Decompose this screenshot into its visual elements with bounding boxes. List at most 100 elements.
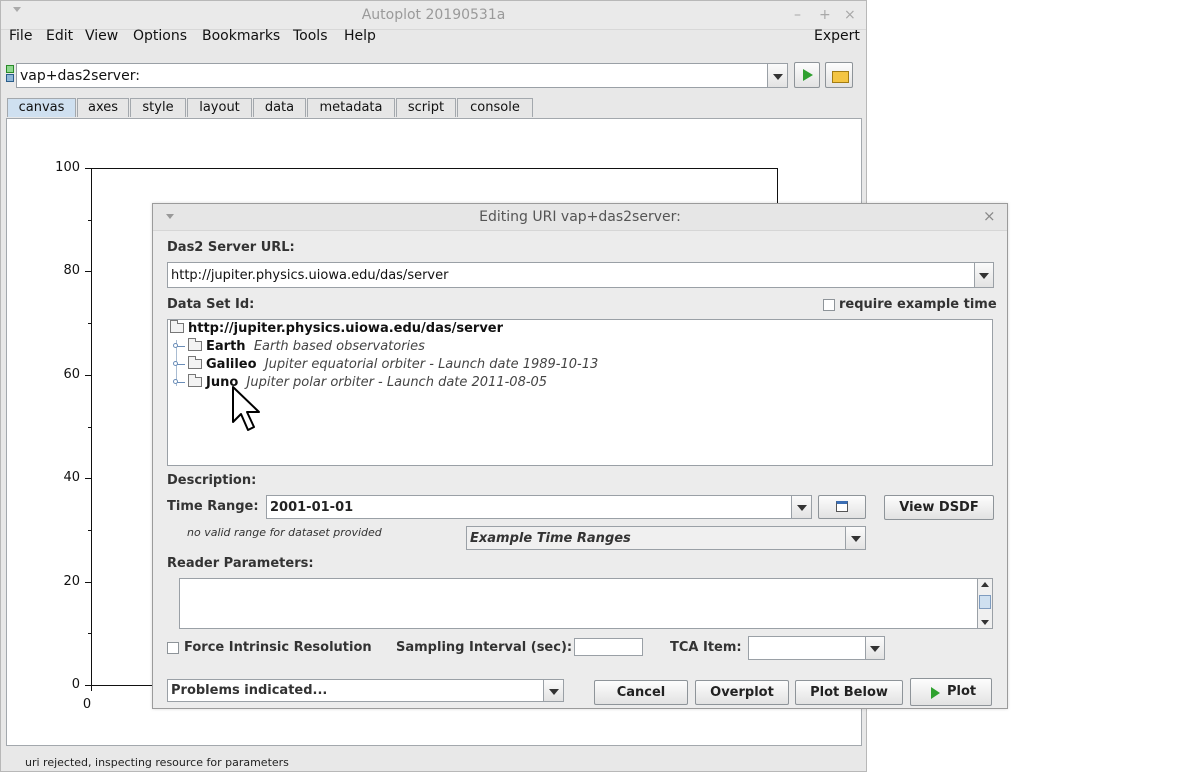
- tab-script[interactable]: script: [396, 98, 456, 117]
- menu-edit[interactable]: Edit: [46, 28, 73, 44]
- menu-bookmarks[interactable]: Bookmarks: [202, 28, 280, 44]
- example-ranges-select[interactable]: Example Time Ranges: [466, 526, 848, 550]
- tab-console[interactable]: console: [457, 98, 533, 117]
- y-minor-tick: [88, 633, 92, 635]
- no-valid-range-text: no valid range for dataset provided: [187, 526, 382, 539]
- dialog-close-icon[interactable]: ×: [983, 207, 996, 225]
- x-tick: [91, 685, 92, 691]
- cancel-button[interactable]: Cancel: [594, 680, 688, 705]
- example-ranges-text: Example Time Ranges: [470, 531, 631, 546]
- chevron-down-icon: [979, 273, 989, 279]
- y-tick: [85, 168, 92, 169]
- expand-handle-icon[interactable]: [173, 361, 185, 366]
- force-intrinsic-checkbox[interactable]: [167, 642, 179, 654]
- server-url-label: Das2 Server URL:: [167, 240, 295, 255]
- problems-select[interactable]: Problems indicated...: [167, 679, 545, 702]
- tree-root[interactable]: http://jupiter.physics.uiowa.edu/das/ser…: [170, 319, 503, 336]
- calendar-icon: [836, 501, 848, 512]
- y-minor-tick: [88, 219, 92, 221]
- y-tick: [85, 478, 92, 480]
- reader-params-label: Reader Parameters:: [167, 556, 314, 571]
- folder-icon: [170, 319, 184, 333]
- tab-axes[interactable]: axes: [77, 98, 129, 117]
- tca-item-label: TCA Item:: [670, 640, 742, 655]
- tab-layout[interactable]: layout: [187, 98, 252, 117]
- tab-style[interactable]: style: [130, 98, 186, 117]
- expert-menu[interactable]: Expert: [814, 28, 860, 44]
- time-range-dropdown[interactable]: [791, 495, 812, 519]
- scroll-up-icon[interactable]: [981, 582, 989, 587]
- reader-params-textarea[interactable]: [179, 578, 979, 629]
- y-tick: [85, 581, 92, 583]
- tree-item-galileo[interactable]: Galileo Jupiter equatorial orbiter - Lau…: [173, 355, 598, 372]
- sampling-interval-label: Sampling Interval (sec):: [396, 640, 573, 655]
- menu-help[interactable]: Help: [344, 28, 376, 44]
- time-range-input[interactable]: 2001-01-01: [266, 495, 792, 519]
- x-tick-label: 0: [82, 697, 92, 712]
- require-example-checkbox[interactable]: [823, 299, 835, 311]
- tab-data[interactable]: data: [253, 98, 306, 117]
- force-intrinsic-label: Force Intrinsic Resolution: [184, 640, 372, 655]
- y-tick-label: 0: [71, 677, 80, 692]
- tree-item-earth[interactable]: Earth Earth based observatories: [173, 337, 425, 354]
- dataset-id-label: Data Set Id:: [167, 297, 255, 312]
- view-dsdf-button[interactable]: View DSDF: [884, 495, 994, 520]
- plot-top-border: [91, 168, 778, 169]
- require-example-label: require example time: [839, 297, 997, 312]
- tca-item-select[interactable]: [748, 636, 867, 660]
- plot-right-border: [777, 168, 778, 208]
- uri-input[interactable]: vap+das2server:: [16, 63, 768, 88]
- play-icon: [803, 69, 813, 81]
- chevron-down-icon: [772, 73, 783, 80]
- time-range-text: 2001-01-01: [270, 500, 354, 515]
- dataset-tree[interactable]: http://jupiter.physics.uiowa.edu/das/ser…: [167, 319, 993, 466]
- y-minor-tick: [88, 529, 92, 531]
- menu-options[interactable]: Options: [133, 28, 187, 44]
- menu-bar: File Edit View Options Bookmarks Tools H…: [1, 26, 866, 48]
- tab-metadata[interactable]: metadata: [307, 98, 395, 117]
- status-light-icon: [6, 65, 14, 73]
- uri-dropdown-button[interactable]: [767, 63, 788, 88]
- server-url-text: http://jupiter.physics.uiowa.edu/das/ser…: [171, 268, 449, 283]
- folder-icon: [188, 373, 202, 387]
- example-ranges-dropdown[interactable]: [845, 526, 866, 550]
- menu-view[interactable]: View: [85, 28, 118, 44]
- expand-handle-icon[interactable]: [173, 379, 185, 384]
- overplot-button[interactable]: Overplot: [695, 680, 789, 705]
- close-icon[interactable]: ×: [844, 7, 856, 23]
- problems-text: Problems indicated...: [171, 683, 328, 698]
- play-icon: [931, 687, 940, 699]
- go-button[interactable]: [794, 62, 820, 88]
- expand-handle-icon[interactable]: [173, 343, 185, 348]
- server-url-dropdown[interactable]: [974, 262, 994, 288]
- dialog-title-bar: Editing URI vap+das2server: ×: [153, 204, 1007, 231]
- menu-tools[interactable]: Tools: [293, 28, 328, 44]
- minimize-icon[interactable]: –: [794, 7, 801, 23]
- problems-dropdown[interactable]: [543, 679, 564, 702]
- server-url-input[interactable]: http://jupiter.physics.uiowa.edu/das/ser…: [167, 262, 975, 288]
- sampling-interval-input[interactable]: [574, 638, 643, 656]
- reader-params-scrollbar[interactable]: [977, 578, 993, 629]
- scroll-thumb[interactable]: [979, 595, 991, 609]
- edit-uri-dialog: Editing URI vap+das2server: × Das2 Serve…: [152, 203, 1008, 709]
- folder-open-icon: [832, 71, 849, 83]
- plot-button-label: Plot: [947, 684, 977, 699]
- chevron-down-icon: [548, 688, 559, 695]
- status-text: uri rejected, inspecting resource for pa…: [25, 756, 289, 769]
- maximize-icon[interactable]: +: [819, 7, 831, 23]
- plot-below-button[interactable]: Plot Below: [795, 680, 903, 705]
- time-range-label: Time Range:: [167, 499, 259, 514]
- y-minor-tick: [88, 323, 92, 325]
- y-tick-label: 20: [63, 573, 80, 589]
- browse-button[interactable]: [825, 62, 853, 88]
- tab-canvas[interactable]: canvas: [7, 98, 76, 117]
- y-tick-label: 40: [63, 470, 80, 486]
- calendar-button[interactable]: [818, 495, 866, 519]
- menu-file[interactable]: File: [9, 28, 32, 44]
- y-tick-label: 100: [55, 160, 80, 175]
- plot-button[interactable]: Plot: [910, 678, 992, 706]
- scroll-down-icon[interactable]: [981, 620, 989, 625]
- chevron-down-icon: [870, 646, 880, 652]
- y-minor-tick: [88, 426, 92, 428]
- tca-item-dropdown[interactable]: [865, 636, 885, 660]
